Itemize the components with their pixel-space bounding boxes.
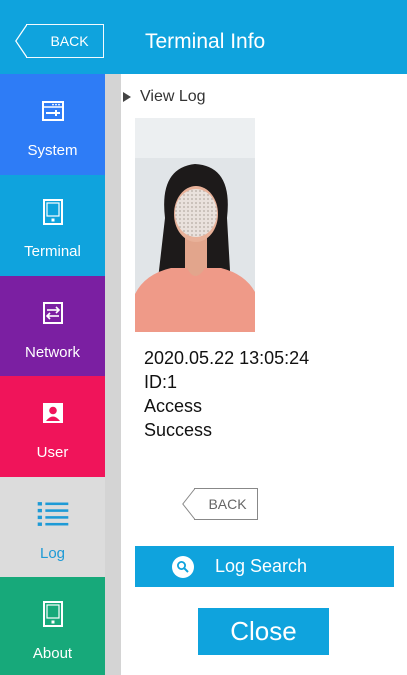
log-search-label: Log Search: [215, 556, 308, 576]
close-button-label: Close: [230, 616, 297, 646]
sidebar-item-about[interactable]: About: [0, 577, 105, 675]
sidebar-item-label: Log: [39, 545, 66, 562]
log-id: ID:1: [144, 372, 178, 392]
sidebar-item-network[interactable]: Network: [0, 276, 105, 376]
sidebar-item-label: Terminal: [24, 243, 81, 260]
log-back-label: BACK: [208, 496, 247, 512]
log-back-button[interactable]: BACK: [182, 488, 258, 520]
back-button-label: BACK: [50, 33, 89, 49]
section-title: View Log: [123, 88, 206, 106]
back-arrow-tip: [182, 488, 195, 520]
sidebar-item-label: About: [32, 645, 73, 662]
sidebar-item-system[interactable]: System: [0, 74, 105, 175]
sidebar-item-terminal[interactable]: Terminal: [0, 175, 105, 276]
triangle-bullet-icon: [123, 92, 131, 102]
close-button[interactable]: Close: [198, 608, 329, 655]
sidebar-divider: [105, 74, 121, 675]
sidebar-item-label: System: [27, 142, 78, 159]
header-bar: BACK Terminal Info: [0, 0, 407, 74]
system-icon: [36, 96, 70, 126]
sidebar-item-label: User: [36, 444, 69, 461]
log-datetime: 2020.05.22 13:05:24: [144, 348, 310, 368]
log-photo: [135, 118, 255, 332]
section-title-label: View Log: [140, 88, 206, 105]
log-details: 2020.05.22 13:05:24 ID:1 Access Success: [144, 346, 309, 442]
sidebar-item-label: Network: [24, 344, 80, 361]
sidebar-item-log[interactable]: Log: [0, 477, 105, 577]
log-result: Success: [144, 420, 213, 440]
back-button[interactable]: BACK: [15, 24, 104, 58]
about-icon: [36, 599, 70, 629]
terminal-icon: [36, 197, 70, 227]
back-arrow-tip: [15, 24, 27, 58]
log-access: Access: [144, 396, 203, 416]
log-search-button[interactable]: Log Search: [135, 546, 394, 587]
sidebar: System Terminal Network User Log About: [0, 74, 105, 675]
terminal-info-screen: BACK Terminal Info System Terminal Netwo…: [0, 0, 407, 675]
search-icon: [171, 555, 195, 579]
user-icon: [36, 398, 70, 428]
sidebar-item-user[interactable]: User: [0, 376, 105, 477]
log-list-icon: [36, 499, 70, 529]
network-icon: [36, 298, 70, 328]
page-title: Terminal Info: [145, 30, 266, 53]
